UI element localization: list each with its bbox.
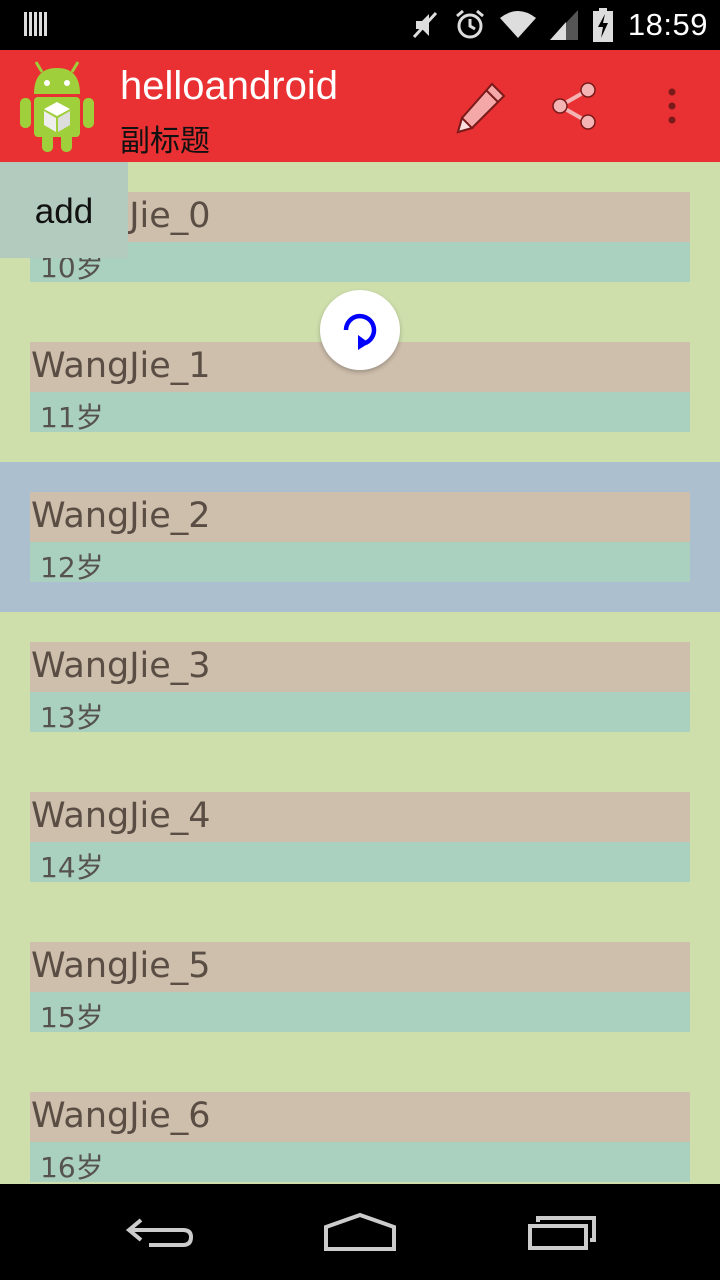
name-row: WangJie_3 [30, 642, 690, 692]
navigation-bar [0, 1184, 720, 1280]
age-row: 14岁 [30, 842, 690, 884]
person-age: 16岁 [40, 1151, 104, 1184]
list-item[interactable]: WangJie_4 14岁 [0, 762, 720, 912]
person-name: WangJie_4 [31, 796, 211, 836]
person-name: WangJie_1 [31, 346, 211, 386]
age-row: 15岁 [30, 992, 690, 1034]
alarm-icon [455, 9, 484, 39]
signal-icon [549, 10, 578, 40]
recents-icon [528, 1216, 596, 1250]
person-age: 11岁 [40, 401, 104, 434]
refresh-icon [343, 313, 377, 350]
action-bar: helloandroid 副标题 [0, 50, 720, 162]
name-row: WangJie_2 [30, 492, 690, 542]
person-name: WangJie_6 [31, 1096, 211, 1136]
name-row: WangJie_6 [30, 1092, 690, 1142]
age-row: 13岁 [30, 692, 690, 734]
age-row: 12岁 [30, 542, 690, 584]
back-icon [125, 1218, 194, 1247]
add-button[interactable]: add [0, 162, 128, 258]
person-name: WangJie_3 [31, 646, 211, 686]
person-name: WangJie_5 [31, 946, 211, 986]
list-item[interactable]: WangJie_6 16岁 [0, 1062, 720, 1184]
list-item[interactable]: WangJie_3 13岁 [0, 612, 720, 762]
person-age: 14岁 [40, 851, 104, 884]
age-row: 10岁 [30, 242, 690, 284]
back-button[interactable] [80, 1184, 240, 1280]
person-age: 13岁 [40, 701, 104, 734]
home-button[interactable] [280, 1184, 440, 1280]
home-icon [324, 1212, 396, 1251]
android-app-icon[interactable] [14, 56, 100, 156]
name-row: WangJie_0 [30, 192, 690, 242]
person-age: 15岁 [40, 1001, 104, 1034]
status-bar: 18:59 [0, 0, 720, 50]
status-time: 18:59 [627, 7, 708, 42]
list-item-selected[interactable]: WangJie_2 12岁 [0, 462, 720, 612]
notification-bars-icon [24, 12, 47, 36]
age-row: 16岁 [30, 1142, 690, 1184]
name-row: WangJie_5 [30, 942, 690, 992]
wifi-icon [499, 11, 536, 38]
mute-icon [412, 11, 438, 39]
app-subtitle: 副标题 [120, 124, 210, 159]
refresh-indicator [320, 290, 400, 370]
list-item[interactable]: WangJie_5 15岁 [0, 912, 720, 1062]
app-title: helloandroid [120, 64, 338, 108]
overflow-menu-icon[interactable] [664, 86, 680, 126]
battery-charging-icon [592, 8, 613, 42]
person-name: WangJie_2 [31, 496, 211, 536]
age-row: 11岁 [30, 392, 690, 434]
person-age: 12岁 [40, 551, 104, 584]
share-icon[interactable] [548, 80, 600, 132]
recents-button[interactable] [482, 1184, 642, 1280]
name-row: WangJie_4 [30, 792, 690, 842]
pencil-icon[interactable] [452, 78, 510, 136]
